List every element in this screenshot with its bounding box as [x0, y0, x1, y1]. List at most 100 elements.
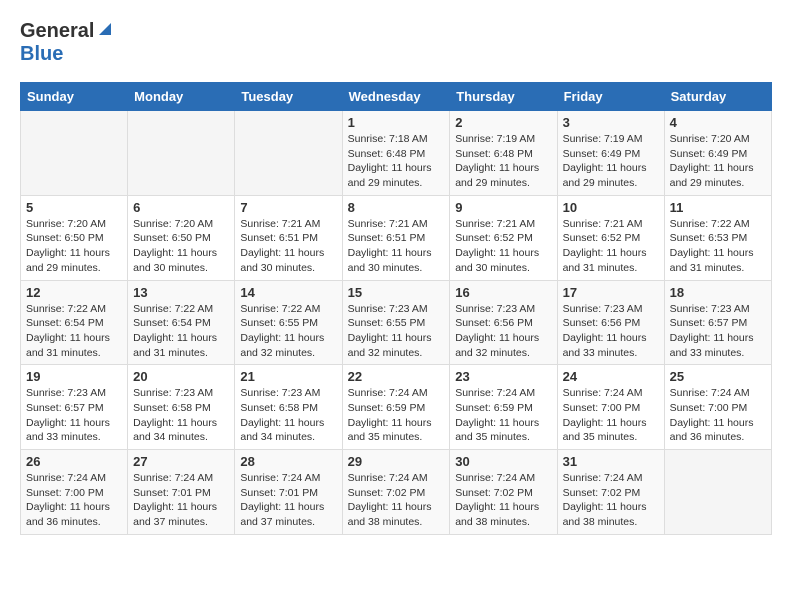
day-info: Sunrise: 7:21 AM Sunset: 6:51 PM Dayligh…: [348, 217, 445, 276]
day-info: Sunrise: 7:20 AM Sunset: 6:50 PM Dayligh…: [26, 217, 122, 276]
day-info: Sunrise: 7:23 AM Sunset: 6:58 PM Dayligh…: [133, 386, 229, 445]
day-number: 22: [348, 369, 445, 384]
calendar-cell: 24 Sunrise: 7:24 AM Sunset: 7:00 PM Dayli…: [557, 365, 664, 450]
day-number: 28: [240, 454, 336, 469]
day-number: 17: [563, 285, 659, 300]
calendar-cell: 9 Sunrise: 7:21 AM Sunset: 6:52 PM Daylig…: [450, 195, 557, 280]
weekday-header-wednesday: Wednesday: [342, 83, 450, 111]
day-number: 29: [348, 454, 445, 469]
day-info: Sunrise: 7:22 AM Sunset: 6:55 PM Dayligh…: [240, 302, 336, 361]
day-number: 3: [563, 115, 659, 130]
day-number: 11: [670, 200, 766, 215]
day-info: Sunrise: 7:24 AM Sunset: 7:01 PM Dayligh…: [133, 471, 229, 530]
day-number: 21: [240, 369, 336, 384]
day-number: 25: [670, 369, 766, 384]
calendar-week-row: 1Sunrise: 7:18 AM Sunset: 6:48 PM Daylig…: [21, 111, 772, 196]
calendar-cell: 4 Sunrise: 7:20 AM Sunset: 6:49 PM Daylig…: [664, 111, 771, 196]
calendar-cell: 3Sunrise: 7:19 AM Sunset: 6:49 PM Daylig…: [557, 111, 664, 196]
day-info: Sunrise: 7:21 AM Sunset: 6:52 PM Dayligh…: [455, 217, 551, 276]
day-number: 13: [133, 285, 229, 300]
calendar-cell: 22 Sunrise: 7:24 AM Sunset: 6:59 PM Dayli…: [342, 365, 450, 450]
day-info: Sunrise: 7:23 AM Sunset: 6:56 PM Dayligh…: [455, 302, 551, 361]
calendar-week-row: 12Sunrise: 7:22 AM Sunset: 6:54 PM Dayli…: [21, 280, 772, 365]
day-info: Sunrise: 7:24 AM Sunset: 7:00 PM Dayligh…: [670, 386, 766, 445]
weekday-header-sunday: Sunday: [21, 83, 128, 111]
calendar-cell: [21, 111, 128, 196]
day-info: Sunrise: 7:22 AM Sunset: 6:54 PM Dayligh…: [133, 302, 229, 361]
day-info: Sunrise: 7:24 AM Sunset: 6:59 PM Dayligh…: [348, 386, 445, 445]
day-number: 15: [348, 285, 445, 300]
calendar-cell: [664, 450, 771, 535]
calendar-cell: 14 Sunrise: 7:22 AM Sunset: 6:55 PM Dayli…: [235, 280, 342, 365]
day-info: Sunrise: 7:24 AM Sunset: 7:02 PM Dayligh…: [348, 471, 445, 530]
day-number: 31: [563, 454, 659, 469]
calendar-header-row: SundayMondayTuesdayWednesdayThursdayFrid…: [21, 83, 772, 111]
day-number: 5: [26, 200, 122, 215]
calendar-cell: 30 Sunrise: 7:24 AM Sunset: 7:02 PM Dayli…: [450, 450, 557, 535]
calendar-cell: 21 Sunrise: 7:23 AM Sunset: 6:58 PM Dayli…: [235, 365, 342, 450]
calendar-cell: 6Sunrise: 7:20 AM Sunset: 6:50 PM Daylig…: [128, 195, 235, 280]
calendar-cell: 12Sunrise: 7:22 AM Sunset: 6:54 PM Dayli…: [21, 280, 128, 365]
day-info: Sunrise: 7:22 AM Sunset: 6:54 PM Dayligh…: [26, 302, 122, 361]
weekday-header-tuesday: Tuesday: [235, 83, 342, 111]
day-info: Sunrise: 7:21 AM Sunset: 6:51 PM Dayligh…: [240, 217, 336, 276]
day-info: Sunrise: 7:23 AM Sunset: 6:57 PM Dayligh…: [670, 302, 766, 361]
day-info: Sunrise: 7:22 AM Sunset: 6:53 PM Dayligh…: [670, 217, 766, 276]
weekday-header-saturday: Saturday: [664, 83, 771, 111]
calendar-cell: 31 Sunrise: 7:24 AM Sunset: 7:02 PM Dayli…: [557, 450, 664, 535]
day-info: Sunrise: 7:24 AM Sunset: 6:59 PM Dayligh…: [455, 386, 551, 445]
day-number: 16: [455, 285, 551, 300]
day-number: 7: [240, 200, 336, 215]
calendar-cell: 10 Sunrise: 7:21 AM Sunset: 6:52 PM Dayli…: [557, 195, 664, 280]
day-number: 9: [455, 200, 551, 215]
weekday-header-monday: Monday: [128, 83, 235, 111]
calendar-cell: 16 Sunrise: 7:23 AM Sunset: 6:56 PM Dayli…: [450, 280, 557, 365]
day-info: Sunrise: 7:21 AM Sunset: 6:52 PM Dayligh…: [563, 217, 659, 276]
day-number: 14: [240, 285, 336, 300]
calendar-cell: 29 Sunrise: 7:24 AM Sunset: 7:02 PM Dayli…: [342, 450, 450, 535]
day-number: 10: [563, 200, 659, 215]
logo: General Blue: [20, 20, 113, 66]
calendar-week-row: 26 Sunrise: 7:24 AM Sunset: 7:00 PM Dayli…: [21, 450, 772, 535]
day-number: 26: [26, 454, 122, 469]
calendar-cell: 27Sunrise: 7:24 AM Sunset: 7:01 PM Dayli…: [128, 450, 235, 535]
day-number: 23: [455, 369, 551, 384]
day-info: Sunrise: 7:24 AM Sunset: 7:00 PM Dayligh…: [26, 471, 122, 530]
calendar-week-row: 19Sunrise: 7:23 AM Sunset: 6:57 PM Dayli…: [21, 365, 772, 450]
day-info: Sunrise: 7:24 AM Sunset: 7:02 PM Dayligh…: [563, 471, 659, 530]
day-info: Sunrise: 7:23 AM Sunset: 6:58 PM Dayligh…: [240, 386, 336, 445]
logo-general-text: General: [20, 20, 94, 43]
day-number: 2: [455, 115, 551, 130]
day-number: 4: [670, 115, 766, 130]
day-info: Sunrise: 7:24 AM Sunset: 7:01 PM Dayligh…: [240, 471, 336, 530]
calendar-cell: 23 Sunrise: 7:24 AM Sunset: 6:59 PM Dayli…: [450, 365, 557, 450]
calendar-week-row: 5 Sunrise: 7:20 AM Sunset: 6:50 PM Daylig…: [21, 195, 772, 280]
day-info: Sunrise: 7:20 AM Sunset: 6:50 PM Dayligh…: [133, 217, 229, 276]
day-info: Sunrise: 7:24 AM Sunset: 7:00 PM Dayligh…: [563, 386, 659, 445]
calendar-cell: 19Sunrise: 7:23 AM Sunset: 6:57 PM Dayli…: [21, 365, 128, 450]
calendar-cell: 17Sunrise: 7:23 AM Sunset: 6:56 PM Dayli…: [557, 280, 664, 365]
calendar-cell: 15Sunrise: 7:23 AM Sunset: 6:55 PM Dayli…: [342, 280, 450, 365]
day-number: 30: [455, 454, 551, 469]
day-number: 20: [133, 369, 229, 384]
day-info: Sunrise: 7:23 AM Sunset: 6:57 PM Dayligh…: [26, 386, 122, 445]
calendar-cell: 7 Sunrise: 7:21 AM Sunset: 6:51 PM Daylig…: [235, 195, 342, 280]
day-number: 18: [670, 285, 766, 300]
calendar-cell: 2Sunrise: 7:19 AM Sunset: 6:48 PM Daylig…: [450, 111, 557, 196]
calendar-cell: 26 Sunrise: 7:24 AM Sunset: 7:00 PM Dayli…: [21, 450, 128, 535]
calendar-cell: 1Sunrise: 7:18 AM Sunset: 6:48 PM Daylig…: [342, 111, 450, 196]
logo-blue-text: Blue: [20, 43, 63, 65]
calendar-cell: [128, 111, 235, 196]
calendar-cell: 18 Sunrise: 7:23 AM Sunset: 6:57 PM Dayli…: [664, 280, 771, 365]
day-info: Sunrise: 7:20 AM Sunset: 6:49 PM Dayligh…: [670, 132, 766, 191]
calendar-cell: 8Sunrise: 7:21 AM Sunset: 6:51 PM Daylig…: [342, 195, 450, 280]
weekday-header-thursday: Thursday: [450, 83, 557, 111]
logo-arrow-icon: [97, 21, 113, 42]
calendar-cell: 25 Sunrise: 7:24 AM Sunset: 7:00 PM Dayli…: [664, 365, 771, 450]
calendar-cell: 13 Sunrise: 7:22 AM Sunset: 6:54 PM Dayli…: [128, 280, 235, 365]
day-info: Sunrise: 7:24 AM Sunset: 7:02 PM Dayligh…: [455, 471, 551, 530]
day-number: 24: [563, 369, 659, 384]
calendar-cell: 28 Sunrise: 7:24 AM Sunset: 7:01 PM Dayli…: [235, 450, 342, 535]
calendar-cell: 11 Sunrise: 7:22 AM Sunset: 6:53 PM Dayli…: [664, 195, 771, 280]
calendar-cell: [235, 111, 342, 196]
